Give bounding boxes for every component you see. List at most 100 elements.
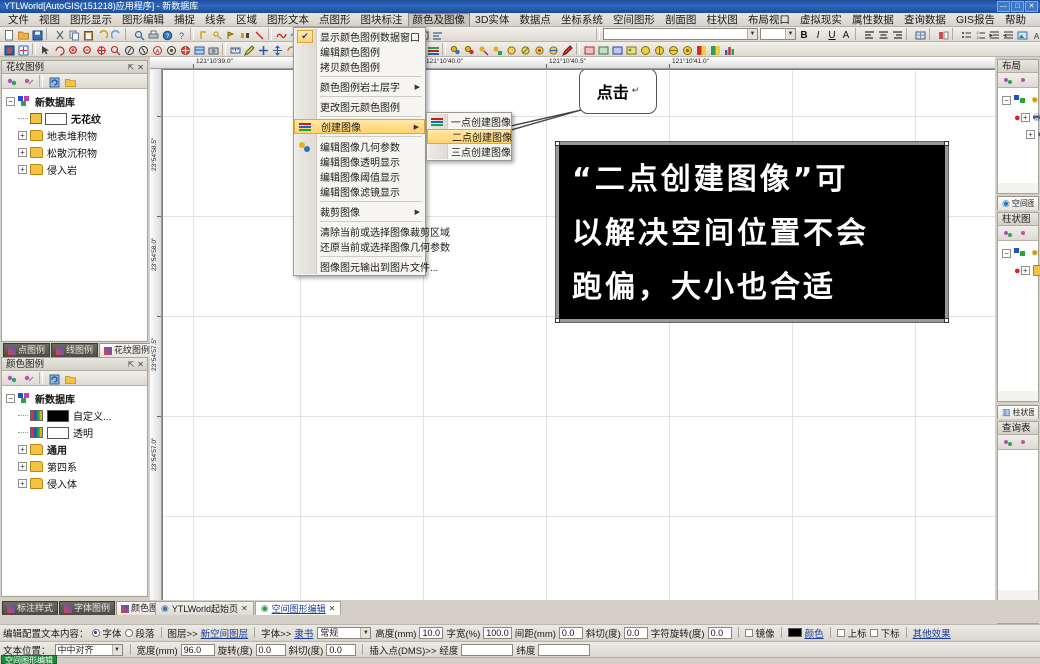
query-table-toolbar[interactable] <box>998 435 1038 450</box>
color-swatch-2-icon[interactable] <box>462 43 476 56</box>
expander-icon[interactable]: − <box>6 97 15 106</box>
zoom-window-icon[interactable] <box>108 43 122 56</box>
menu-item-5[interactable]: 线条 <box>200 13 231 27</box>
spatial-graphics-tab[interactable]: ◉ 空间图形 <box>997 196 1039 210</box>
bold-button[interactable]: B <box>797 28 811 41</box>
new-color-icon[interactable] <box>5 372 19 385</box>
open-folder-icon[interactable] <box>63 372 77 385</box>
column-chart-toolbar[interactable] <box>998 226 1038 241</box>
tree-item[interactable]: + 侵入岩 <box>4 161 145 178</box>
tree-item[interactable]: + 松散沉积物 <box>4 144 145 161</box>
cut-icon[interactable] <box>53 28 67 41</box>
maximize-button[interactable]: □ <box>1011 1 1024 12</box>
pin-icon[interactable]: ⇱ <box>128 358 135 371</box>
color-label[interactable]: 颜色 <box>805 626 824 640</box>
menu-row-10[interactable]: 编辑图像几何参数 <box>294 139 425 154</box>
image-b-icon[interactable] <box>596 43 610 56</box>
rotate-view-icon[interactable] <box>52 43 66 56</box>
align-center-icon[interactable] <box>876 28 890 41</box>
marker-a-icon[interactable] <box>196 28 210 41</box>
edit-legend-icon[interactable] <box>21 75 35 88</box>
zoom-all-icon[interactable]: A <box>150 43 164 56</box>
rotate-input[interactable]: 0.0 <box>255 643 286 656</box>
text-position-bar[interactable]: 文本位置： 中中对齐 ▼ 宽度(mm) 96.0 旋转(度) 0.0 斜切(度) … <box>0 641 1040 657</box>
save-icon[interactable] <box>30 28 44 41</box>
menu-row-13[interactable]: 编辑图像滤镜显示 <box>294 184 425 199</box>
menu-item-9[interactable]: 图块标注 <box>356 13 408 27</box>
curve-a-icon[interactable] <box>274 28 288 41</box>
color-swatch-4-icon[interactable] <box>490 43 504 56</box>
layout-tree[interactable]: −✹ ●+🖶 +🖶 <box>998 88 1040 183</box>
slant2-input[interactable]: 0.0 <box>326 643 357 656</box>
menu-item-20[interactable]: 查询数据 <box>899 13 951 27</box>
menu-row-17[interactable]: 清除当前或选择图像裁剪区域 <box>294 224 450 239</box>
close-icon[interactable]: ✕ <box>137 61 144 74</box>
color-legend-toolbar[interactable] <box>2 371 147 386</box>
doc-tab-0[interactable]: ◉ YTLWorld起始页 ✕ <box>155 601 254 615</box>
copy-icon[interactable] <box>67 28 81 41</box>
map-canvas[interactable]: “二点创建图像”可 以解决空间位置不会 跑偏，大小也合适 点击 ↵ <box>163 70 995 600</box>
legend-tab-1[interactable]: 线图例 <box>51 343 99 357</box>
layer-value[interactable]: 新空间图层 <box>201 626 249 640</box>
color-swatch-6-icon[interactable] <box>518 43 532 56</box>
zoom-out-icon[interactable] <box>80 43 94 56</box>
tree-item[interactable]: + 地表堆积物 <box>4 127 145 144</box>
menu-item-10[interactable]: 颜色及图像 <box>407 13 470 26</box>
resize-handle-tl[interactable] <box>555 141 560 146</box>
resize-handle-tr[interactable] <box>944 141 949 146</box>
layout-view-icon[interactable] <box>192 43 206 56</box>
circle-c-icon[interactable] <box>666 43 680 56</box>
close-button[interactable]: ✕ <box>1025 1 1038 12</box>
new-legend-icon[interactable] <box>5 75 19 88</box>
flag-b-icon[interactable] <box>708 43 722 56</box>
layout-panel-toolbar[interactable] <box>998 73 1038 88</box>
char-rotate-input[interactable]: 0.0 <box>707 626 732 639</box>
help-icon[interactable]: ? <box>160 28 174 41</box>
close-icon[interactable]: ✕ <box>137 358 144 371</box>
char-width-input[interactable]: 100.0 <box>483 626 512 639</box>
menu-row-6[interactable]: 更改图元颜色图例 <box>294 99 425 114</box>
color-swatch[interactable] <box>47 426 69 439</box>
add-node-icon[interactable] <box>256 43 270 56</box>
expander-icon[interactable]: − <box>6 394 15 403</box>
print-icon[interactable] <box>146 28 160 41</box>
tree-item[interactable]: − 新数据库 <box>4 93 145 110</box>
color-swatch-8-icon[interactable] <box>546 43 560 56</box>
menu-row-18[interactable]: 还原当前或选择图像几何参数 <box>294 239 450 254</box>
color-swatch[interactable] <box>47 409 69 422</box>
menu-row-20[interactable]: 图像图元输出到图片文件... <box>294 259 438 274</box>
style-tab-1[interactable]: 字体图例 <box>59 601 116 615</box>
align-icon[interactable] <box>430 28 444 41</box>
menu-item-4[interactable]: 捕捉 <box>169 13 200 27</box>
expander-icon[interactable]: + <box>18 479 27 488</box>
color-swatch-1-icon[interactable] <box>448 43 462 56</box>
expander-icon[interactable]: + <box>18 148 27 157</box>
toolbar-row-1[interactable]: ??A▼▼BIUA12AS≈ <box>0 27 1040 42</box>
latitude-input[interactable] <box>538 643 591 656</box>
chart-icon[interactable] <box>722 43 736 56</box>
menu-item-2[interactable]: 图形显示 <box>65 13 117 27</box>
legend-tab-0[interactable]: 点图例 <box>3 343 51 357</box>
align-right-icon[interactable] <box>890 28 904 41</box>
expander-icon[interactable]: + <box>1026 130 1035 139</box>
insert-image-icon[interactable] <box>1015 28 1029 41</box>
zoom-in-icon[interactable] <box>66 43 80 56</box>
menu-item-22[interactable]: 帮助 <box>1000 13 1031 27</box>
query-table-tree[interactable] <box>998 450 1038 590</box>
tree-item[interactable]: 透明 <box>4 424 145 441</box>
edit-color-icon[interactable] <box>21 372 35 385</box>
resize-handle-br[interactable] <box>944 318 949 323</box>
submenu-row-2[interactable]: 三点创建图像 <box>427 144 511 159</box>
menubar[interactable]: 文件 视图 图形显示 图形编辑 捕捉 线条 区域 图形文本 点图形 图块标注 颜色及图像 3D实体 数据… <box>0 13 1040 27</box>
toolbar-row-2[interactable]: A <box>0 42 1040 57</box>
mirror-checkbox[interactable] <box>744 628 753 637</box>
new-layout-icon[interactable] <box>1001 74 1015 87</box>
expander-icon[interactable]: + <box>18 445 27 454</box>
menu-item-1[interactable]: 视图 <box>34 13 65 27</box>
globe-icon[interactable] <box>178 43 192 56</box>
menu-row-8[interactable]: 创建图像 ▶ <box>294 119 425 134</box>
tree-item[interactable]: + 第四系 <box>4 458 145 475</box>
align-left-icon[interactable] <box>862 28 876 41</box>
menu-item-0[interactable]: 文件 <box>3 13 34 27</box>
chevron-down-icon[interactable]: ▼ <box>747 29 757 39</box>
